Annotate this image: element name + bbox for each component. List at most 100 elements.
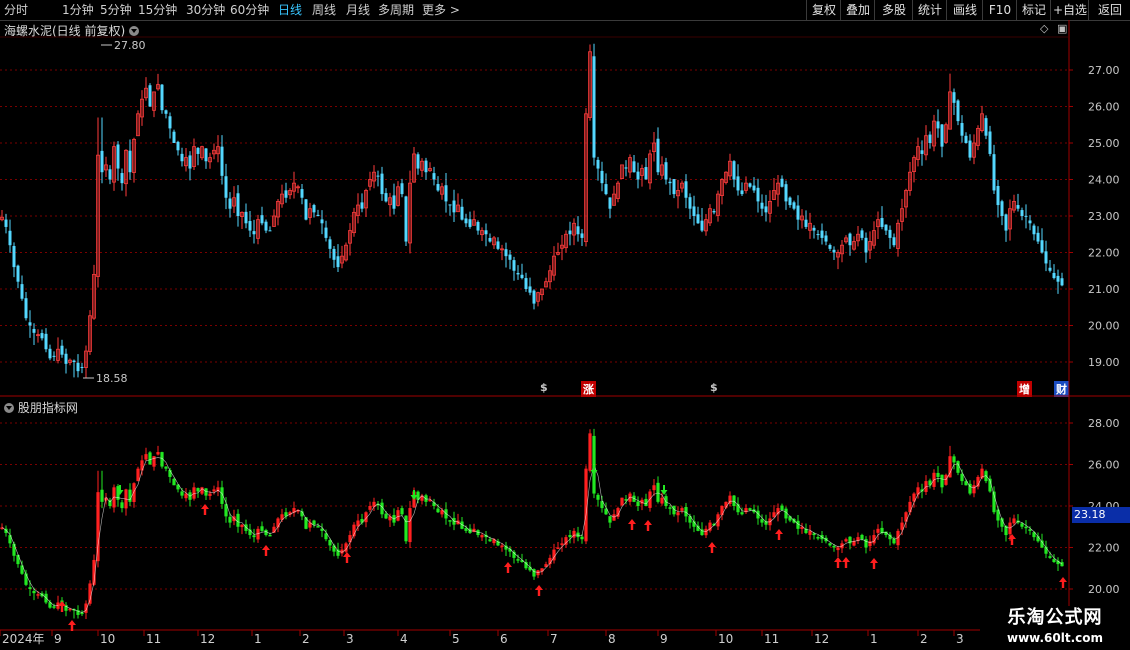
main-candle-body-166 xyxy=(664,162,668,180)
sub-candle-body-139 xyxy=(556,547,560,549)
sub-candle-body-185 xyxy=(740,512,744,515)
main-candle-body-65 xyxy=(260,215,264,224)
main-candle-body-62 xyxy=(248,221,252,231)
sub-y-label-4: 20.00 xyxy=(1088,583,1120,596)
main-candle-body-265 xyxy=(1060,278,1064,286)
main-candle-body-247 xyxy=(988,131,992,154)
sub-candle-body-13 xyxy=(52,606,56,608)
main-candle-body-261 xyxy=(1044,251,1048,264)
main-candle-body-5 xyxy=(20,284,24,299)
main-candle-body-43 xyxy=(172,131,176,143)
date-label-1: 9 xyxy=(54,632,62,646)
main-candle-body-129 xyxy=(516,272,520,275)
main-candle-body-6 xyxy=(24,298,28,319)
sub-candle-body-255 xyxy=(1020,523,1024,527)
main-candle-body-126 xyxy=(504,249,508,257)
watermark-url: www.60lt.com xyxy=(1006,631,1104,645)
date-label-14: 10 xyxy=(718,632,733,646)
sub-candle-body-125 xyxy=(500,545,504,547)
sub-candle-body-253 xyxy=(1012,518,1016,524)
main-candle-body-100 xyxy=(400,183,404,195)
main-candle-body-204 xyxy=(816,234,820,236)
main-candle-body-106 xyxy=(424,160,428,173)
date-label-6: 2 xyxy=(302,632,310,646)
main-candle-body-1 xyxy=(4,219,8,227)
main-y-label-8: 19.00 xyxy=(1088,356,1120,369)
main-candle-body-12 xyxy=(48,348,52,359)
main-candle-body-20 xyxy=(80,366,84,368)
buy-signal-arrow-10 xyxy=(775,529,783,540)
main-candle-body-156 xyxy=(624,167,628,169)
main-candle-body-232 xyxy=(928,134,932,143)
main-candle-body-258 xyxy=(1032,225,1036,235)
buy-signal-arrow-4 xyxy=(343,552,351,563)
main-candle-body-10 xyxy=(40,333,44,339)
main-candle-body-246 xyxy=(984,118,988,136)
sub-candle-body-187 xyxy=(748,508,752,511)
main-candle-body-104 xyxy=(416,154,420,169)
sub-candle-body-100 xyxy=(400,508,404,515)
sub-candle-body-204 xyxy=(816,537,820,539)
main-candle-body-259 xyxy=(1036,232,1040,242)
sub-candle-body-45 xyxy=(180,491,184,496)
sub-candle-body-120 xyxy=(480,535,484,538)
sub-candle-body-63 xyxy=(252,535,256,538)
date-label-13: 9 xyxy=(660,632,668,646)
current-price-badge: 23.18 xyxy=(1072,507,1130,523)
main-candle-body-222 xyxy=(888,229,892,238)
main-candle-body-95 xyxy=(380,173,384,195)
buy-signal-arrow-13 xyxy=(870,558,878,569)
buy-signal-arrow-3 xyxy=(262,545,270,556)
sub-candle-body-53 xyxy=(212,489,216,492)
sub-candle-body-67 xyxy=(268,534,272,537)
sub-candle-body-37 xyxy=(148,452,152,465)
main-candle-body-189 xyxy=(756,187,760,202)
sub-candle-body-170 xyxy=(680,508,684,511)
main-candle-body-208 xyxy=(832,249,836,253)
kline-chart[interactable]: 27.00 26.00 25.00 24.00 23.00 22.00 21.00 20.00… xyxy=(0,0,1130,650)
sub-candle-body-52 xyxy=(208,493,212,496)
main-candle-body-159 xyxy=(636,171,640,180)
main-candle-body-75 xyxy=(300,189,304,198)
main-candle-body-221 xyxy=(884,224,888,231)
sub-candle-body-96 xyxy=(384,513,388,519)
main-candle-body-130 xyxy=(520,274,524,279)
main-candle-body-61 xyxy=(244,211,248,224)
main-candle-body-49 xyxy=(196,147,200,154)
sub-candle-body-33 xyxy=(132,483,136,503)
sub-candle-body-159 xyxy=(636,501,640,506)
main-candle-body-197 xyxy=(788,197,792,206)
sub-candle-body-48 xyxy=(192,487,196,499)
main-candle-body-150 xyxy=(600,170,604,184)
date-label-2: 10 xyxy=(100,632,115,646)
sub-candle-body-57 xyxy=(228,516,232,523)
main-y-label-0: 27.00 xyxy=(1088,64,1120,77)
main-candle-body-207 xyxy=(828,244,832,249)
main-candle-body-56 xyxy=(224,176,228,198)
main-candle-body-44 xyxy=(176,141,180,151)
main-candle-body-223 xyxy=(892,237,896,246)
main-candle-body-148 xyxy=(592,56,596,158)
main-candle-body-19 xyxy=(76,362,80,372)
main-candle-body-42 xyxy=(168,116,172,129)
sub-candle-body-65 xyxy=(260,526,264,531)
sub-candle-body-209 xyxy=(836,547,840,551)
sub-candle-body-169 xyxy=(676,512,680,516)
sub-candle-body-175 xyxy=(700,529,704,536)
sub-candle-body-167 xyxy=(668,507,672,509)
sub-candle-body-164 xyxy=(656,482,660,502)
sub-candle-body-153 xyxy=(612,514,616,521)
main-candle-body-109 xyxy=(436,184,440,191)
sub-candle-body-213 xyxy=(852,541,856,546)
main-candle-body-151 xyxy=(604,184,608,195)
sub-candle-body-122 xyxy=(488,539,492,542)
date-label-10: 6 xyxy=(500,632,508,646)
sub-y-label-3: 22.00 xyxy=(1088,542,1120,555)
buy-signal-arrow-11 xyxy=(834,557,842,568)
main-candle-body-98 xyxy=(392,195,396,209)
sub-candle-body-59 xyxy=(236,513,240,527)
main-candle-body-172 xyxy=(688,197,692,209)
date-label-18: 2 xyxy=(920,632,928,646)
date-label-15: 11 xyxy=(764,632,779,646)
sub-candle-body-129 xyxy=(516,559,520,561)
